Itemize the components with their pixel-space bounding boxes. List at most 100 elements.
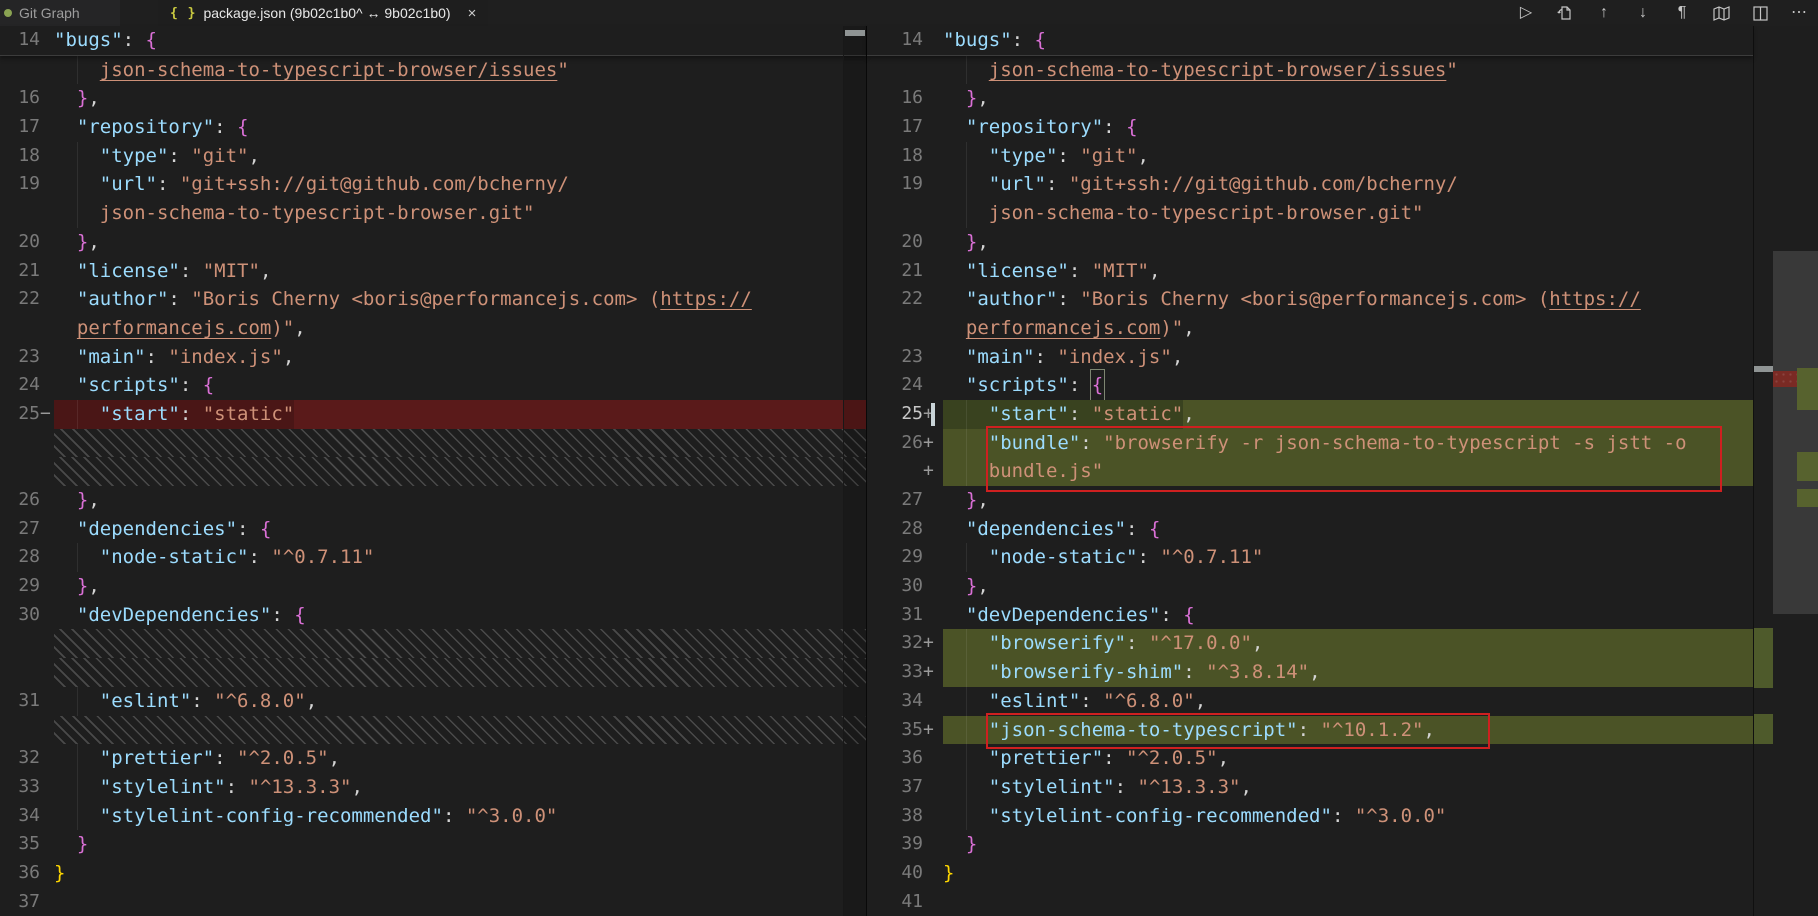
code-row[interactable]: 37 "stylelint": "^13.3.3", (867, 773, 1753, 802)
pilcrow-icon[interactable]: ¶ (1673, 4, 1691, 22)
code-row[interactable]: 18 "type": "git", (0, 142, 866, 171)
line-number[interactable]: 21 (0, 257, 40, 286)
code-row[interactable]: 31 "devDependencies": { (867, 601, 1753, 630)
code-row[interactable]: 33 "stylelint": "^13.3.3", (0, 773, 866, 802)
line-number[interactable] (0, 658, 40, 687)
hatch-filler-row[interactable] (0, 429, 866, 458)
line-number[interactable]: 30 (0, 601, 40, 630)
line-number[interactable]: 28 (867, 515, 923, 544)
line-number[interactable]: 22 (867, 285, 923, 314)
line-number[interactable]: 41 (867, 888, 923, 916)
code-row[interactable]: 19 "url": "git+ssh://git@github.com/bche… (0, 170, 866, 199)
code-row[interactable]: 25− "start": "static" (0, 400, 866, 429)
tab-package-json-diff[interactable]: { } package.json (9b02c1b0^ ↔ 9b02c1b0) … (158, 0, 488, 26)
play-icon[interactable]: ▷ (1517, 4, 1535, 22)
next-change-icon[interactable]: ↓ (1634, 4, 1652, 22)
code-row[interactable]: 34 "eslint": "^6.8.0", (867, 687, 1753, 716)
code-row[interactable]: 17 "repository": { (0, 113, 866, 142)
line-number[interactable]: 22 (0, 285, 40, 314)
line-number[interactable]: 32 (0, 744, 40, 773)
left-scrollbar-track[interactable] (843, 26, 867, 916)
hatch-filler-row[interactable] (0, 716, 866, 745)
close-icon[interactable]: × (468, 5, 477, 22)
code-row[interactable]: 29 }, (0, 572, 866, 601)
code-row[interactable]: 40} (867, 859, 1753, 888)
code-row[interactable]: 31 "eslint": "^6.8.0", (0, 687, 866, 716)
line-number[interactable]: 37 (0, 888, 40, 916)
line-number[interactable] (0, 199, 40, 228)
line-number[interactable]: 34 (0, 802, 40, 831)
code-row[interactable]: 33+ "browserify-shim": "^3.8.14", (867, 658, 1753, 687)
line-number[interactable]: 14 (867, 26, 923, 55)
line-number[interactable]: 31 (867, 601, 923, 630)
code-row[interactable]: json-schema-to-typescript-browser.git" (867, 199, 1753, 228)
line-number[interactable]: 30 (867, 572, 923, 601)
line-number[interactable] (0, 314, 40, 343)
code-row[interactable]: 24 "scripts": { (867, 371, 1753, 400)
code-row[interactable]: 30 "devDependencies": { (0, 601, 866, 630)
code-row[interactable]: 39 } (867, 830, 1753, 859)
line-number[interactable]: 36 (0, 859, 40, 888)
line-number[interactable]: 20 (0, 228, 40, 257)
original-pane[interactable]: 14"bugs": { json-schema-to-typescript-br… (0, 26, 867, 916)
line-number[interactable] (0, 429, 40, 458)
line-number[interactable]: 16 (0, 84, 40, 113)
code-row[interactable]: 20 }, (867, 228, 1753, 257)
code-row[interactable]: 28 "dependencies": { (867, 515, 1753, 544)
line-number[interactable]: 19 (867, 170, 923, 199)
code-row[interactable]: 35 } (0, 830, 866, 859)
line-number[interactable]: 19 (0, 170, 40, 199)
line-number[interactable]: 33 (0, 773, 40, 802)
code-row[interactable]: json-schema-to-typescript-browser/issues… (867, 56, 1753, 85)
map-icon[interactable] (1712, 4, 1730, 22)
line-number[interactable]: 20 (867, 228, 923, 257)
line-number[interactable]: 27 (0, 515, 40, 544)
line-number[interactable]: 37 (867, 773, 923, 802)
code-row[interactable]: json-schema-to-typescript-browser.git" (0, 199, 866, 228)
line-number[interactable]: 27 (867, 486, 923, 515)
line-number[interactable]: 18 (0, 142, 40, 171)
code-row[interactable]: 22 "author": "Boris Cherny <boris@perfor… (0, 285, 866, 314)
line-number[interactable]: 39 (867, 830, 923, 859)
code-row[interactable]: 25+ "start": "static", (867, 400, 1753, 429)
line-number[interactable]: 34 (867, 687, 923, 716)
hatch-filler-row[interactable] (0, 658, 866, 687)
line-number[interactable]: 26 (867, 429, 923, 458)
code-row[interactable]: 16 }, (0, 84, 866, 113)
line-number[interactable]: 24 (867, 371, 923, 400)
previous-change-icon[interactable]: ↑ (1595, 4, 1613, 22)
line-number[interactable] (867, 457, 923, 486)
empty-row[interactable]: 37 (0, 888, 866, 916)
line-number[interactable]: 17 (867, 113, 923, 142)
line-number[interactable]: 23 (0, 343, 40, 372)
code-row[interactable]: 34 "stylelint-config-recommended": "^3.0… (0, 802, 866, 831)
line-number[interactable] (0, 56, 40, 85)
code-row[interactable]: 17 "repository": { (867, 113, 1753, 142)
line-number[interactable]: 21 (867, 257, 923, 286)
code-row[interactable]: 32 "prettier": "^2.0.5", (0, 744, 866, 773)
code-row[interactable]: 14"bugs": { (0, 26, 866, 56)
line-number[interactable]: 28 (0, 543, 40, 572)
line-number[interactable]: 14 (0, 26, 40, 55)
code-row[interactable]: json-schema-to-typescript-browser/issues… (0, 56, 866, 85)
line-number[interactable]: 33 (867, 658, 923, 687)
line-number[interactable] (0, 629, 40, 658)
line-number[interactable]: 26 (0, 486, 40, 515)
hatch-filler-row[interactable] (0, 457, 866, 486)
open-file-icon[interactable] (1556, 4, 1574, 22)
hatch-filler-row[interactable] (0, 629, 866, 658)
split-editor-icon[interactable] (1751, 4, 1769, 22)
code-row[interactable]: 21 "license": "MIT", (0, 257, 866, 286)
line-number[interactable]: 16 (867, 84, 923, 113)
line-number[interactable]: 25 (0, 400, 40, 429)
line-number[interactable]: 18 (867, 142, 923, 171)
line-number[interactable] (0, 457, 40, 486)
line-number[interactable] (0, 716, 40, 745)
minimap[interactable] (1773, 26, 1818, 916)
code-row[interactable]: 29 "node-static": "^0.7.11" (867, 543, 1753, 572)
line-number[interactable]: 35 (0, 830, 40, 859)
code-row[interactable]: 19 "url": "git+ssh://git@github.com/bche… (867, 170, 1753, 199)
code-row[interactable]: 26 }, (0, 486, 866, 515)
line-number[interactable]: 31 (0, 687, 40, 716)
code-row[interactable]: 38 "stylelint-config-recommended": "^3.0… (867, 802, 1753, 831)
